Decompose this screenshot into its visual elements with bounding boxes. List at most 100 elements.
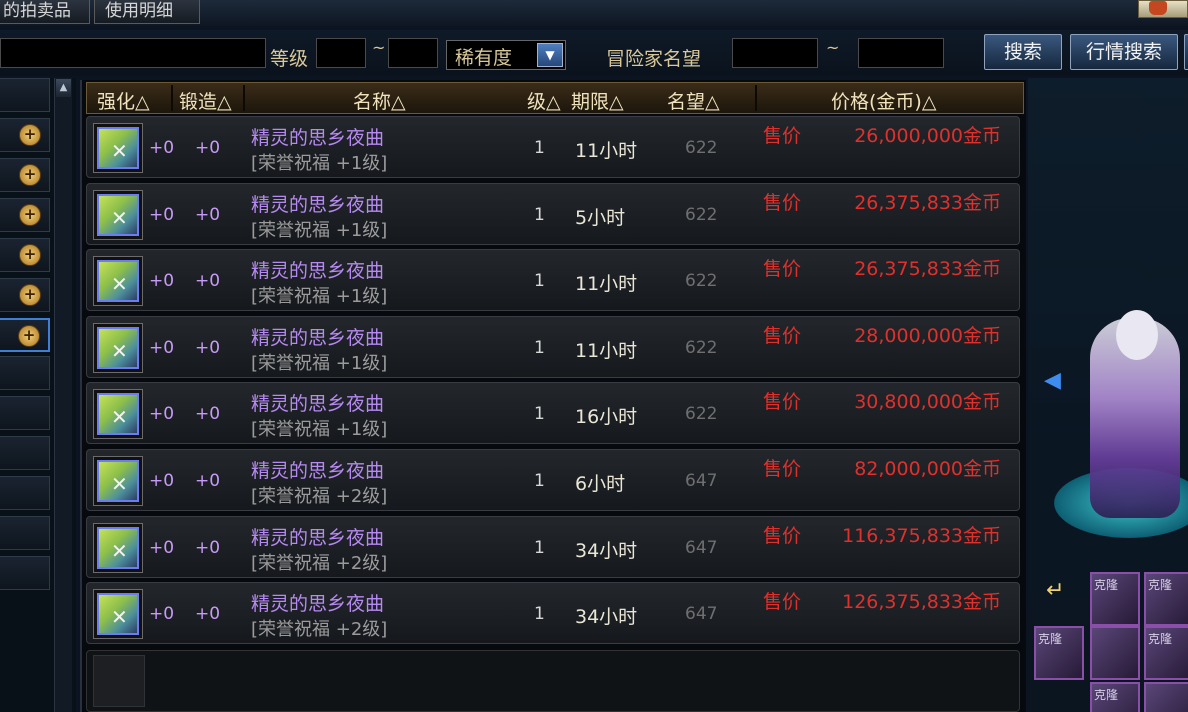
- category-row[interactable]: [0, 396, 50, 430]
- item-price: 82,000,000金币: [854, 458, 1001, 480]
- category-row[interactable]: [0, 476, 50, 510]
- table-header: 强化△ 锻造△ 名称△ 级△ 期限△ 名望△ 价格(金币)△: [86, 82, 1024, 114]
- level-min-input[interactable]: [316, 38, 366, 68]
- item-slot[interactable]: ✕: [93, 123, 143, 173]
- item-level: 1: [534, 471, 545, 491]
- corner-menu-button[interactable]: [1138, 0, 1188, 18]
- avatar-slot[interactable]: 克隆: [1090, 572, 1140, 626]
- item-emblem-icon: ✕: [111, 272, 128, 297]
- zoom-icon[interactable]: +: [19, 284, 41, 306]
- table-row[interactable]: ✕ +0 +0 精灵的思乡夜曲 [荣誉祝福 +1级] 1 11小时 622 售价 28,000,0…: [86, 315, 1020, 378]
- header-price[interactable]: 价格(金币)△: [831, 87, 936, 114]
- sale-label: 售价: [763, 591, 802, 614]
- table-row[interactable]: ✕ +0 +0 精灵的思乡夜曲 [荣誉祝福 +1级] 1 11小时 622 售价 26,000,0…: [86, 116, 1020, 178]
- table-row[interactable]: ✕ +0 +0 精灵的思乡夜曲 [荣誉祝福 +1级] 1 11小时 622 售价 26,375,8…: [86, 249, 1020, 312]
- rarity-select[interactable]: 稀有度 ▼: [446, 40, 566, 70]
- tab-usage-details[interactable]: 使用明细: [94, 0, 200, 24]
- category-row-selected[interactable]: +: [0, 318, 50, 352]
- sale-label: 售价: [763, 391, 802, 414]
- scroll-up-icon[interactable]: ▲: [56, 79, 71, 97]
- item-slot[interactable]: ✕: [93, 522, 143, 573]
- item-price: 126,375,833金币: [842, 591, 1001, 614]
- table-row[interactable]: ✕ +0 +0 精灵的思乡夜曲 [荣誉祝福 +1级] 1 16小时 622 售价 30,800,0…: [86, 382, 1020, 445]
- category-row[interactable]: [0, 78, 50, 112]
- tab-strip: 的拍卖品 使用明细: [0, 0, 1188, 26]
- zoom-icon[interactable]: +: [18, 325, 40, 347]
- item-slot[interactable]: ✕: [93, 322, 143, 373]
- item-slot[interactable]: ✕: [93, 589, 143, 640]
- item-slot[interactable]: ✕: [93, 256, 143, 307]
- item-name-input[interactable]: [0, 38, 266, 68]
- item-name[interactable]: 精灵的思乡夜曲: [251, 589, 384, 616]
- category-row[interactable]: +: [0, 158, 50, 192]
- category-row[interactable]: [0, 556, 50, 590]
- avatar-slot[interactable]: 克隆: [1034, 626, 1084, 680]
- zoom-icon[interactable]: +: [19, 204, 41, 226]
- avatar-slot[interactable]: 克隆: [1090, 682, 1140, 712]
- item-name[interactable]: 精灵的思乡夜曲: [251, 389, 384, 416]
- item-fame: 622: [685, 404, 718, 425]
- item-fame: 622: [685, 337, 718, 358]
- item-price: 26,375,833金币: [854, 191, 1001, 214]
- zoom-icon[interactable]: +: [19, 164, 41, 186]
- sale-label: 售价: [763, 258, 802, 281]
- rotate-left-icon[interactable]: ◀: [1044, 368, 1061, 393]
- item-emblem-icon: ✕: [111, 538, 128, 563]
- item-name[interactable]: 精灵的思乡夜曲: [251, 123, 384, 150]
- avatar-slot[interactable]: [1090, 626, 1140, 680]
- zoom-icon[interactable]: +: [19, 124, 41, 146]
- category-scrollbar[interactable]: ▲: [54, 78, 72, 712]
- table-row[interactable]: ✕ +0 +0 精灵的思乡夜曲 [荣誉祝福 +1级] 1 5小时 622 售价 26,375,83…: [86, 182, 1020, 245]
- header-fame[interactable]: 名望△: [667, 87, 720, 114]
- extra-button[interactable]: [1184, 34, 1188, 70]
- item-name[interactable]: 精灵的思乡夜曲: [251, 523, 384, 550]
- header-level[interactable]: 级△: [527, 87, 561, 114]
- market-search-button[interactable]: 行情搜索: [1070, 34, 1178, 70]
- fame-min-input[interactable]: [732, 38, 818, 68]
- header-duration[interactable]: 期限△: [571, 87, 624, 114]
- header-forge[interactable]: 锻造△: [179, 87, 232, 114]
- category-row[interactable]: +: [0, 278, 50, 312]
- category-row[interactable]: +: [0, 118, 50, 152]
- item-subtitle: [荣誉祝福 +1级]: [251, 352, 388, 374]
- tab-my-auction-items[interactable]: 的拍卖品: [0, 0, 90, 24]
- category-row[interactable]: [0, 436, 50, 470]
- header-enhance[interactable]: 强化△: [97, 87, 150, 114]
- item-name[interactable]: 精灵的思乡夜曲: [251, 456, 384, 483]
- item-emblem-icon: ✕: [111, 205, 128, 230]
- category-row[interactable]: +: [0, 238, 50, 272]
- forge-value: +0: [195, 271, 221, 292]
- avatar-slot[interactable]: [1144, 682, 1188, 712]
- table-row[interactable]: ✕ +0 +0 精灵的思乡夜曲 [荣誉祝福 +2级] 1 34小时 647 售价 116,375,…: [86, 515, 1020, 578]
- item-slot[interactable]: ✕: [93, 189, 143, 240]
- item-name[interactable]: 精灵的思乡夜曲: [251, 190, 384, 217]
- return-icon[interactable]: ↵: [1046, 578, 1064, 603]
- item-level: 1: [534, 138, 545, 158]
- item-name[interactable]: 精灵的思乡夜曲: [251, 323, 384, 350]
- table-row[interactable]: ✕ +0 +0 精灵的思乡夜曲 [荣誉祝福 +2级] 1 34小时 647 售价 126,375,…: [86, 582, 1020, 645]
- category-row[interactable]: [0, 516, 50, 550]
- chevron-down-icon[interactable]: ▼: [537, 43, 563, 67]
- zoom-icon[interactable]: +: [19, 244, 41, 266]
- item-subtitle: [荣誉祝福 +2级]: [251, 486, 388, 507]
- avatar-slot[interactable]: 克隆: [1144, 572, 1188, 626]
- category-row[interactable]: [0, 356, 50, 390]
- item-slot[interactable]: ✕: [93, 389, 143, 440]
- fame-max-input[interactable]: [858, 38, 944, 68]
- category-row[interactable]: +: [0, 198, 50, 232]
- header-name[interactable]: 名称△: [353, 87, 406, 114]
- sale-label: 售价: [763, 324, 802, 347]
- avatar-slot[interactable]: 克隆: [1144, 626, 1188, 680]
- item-level: 1: [534, 337, 545, 358]
- item-icon: ✕: [97, 260, 139, 303]
- avatar-slot-label: 克隆: [1148, 578, 1173, 592]
- table-row[interactable]: ✕ +0 +0 精灵的思乡夜曲 [荣誉祝福 +2级] 1 6小时 647 售价 82,000,00…: [86, 449, 1020, 511]
- item-icon: ✕: [97, 593, 139, 636]
- level-max-input[interactable]: [388, 38, 438, 68]
- item-name[interactable]: 精灵的思乡夜曲: [251, 256, 384, 283]
- item-fame: 622: [685, 204, 718, 225]
- item-icon: ✕: [97, 393, 139, 436]
- search-button[interactable]: 搜索: [984, 34, 1062, 70]
- item-slot[interactable]: ✕: [93, 456, 143, 506]
- enhance-value: +0: [149, 337, 175, 358]
